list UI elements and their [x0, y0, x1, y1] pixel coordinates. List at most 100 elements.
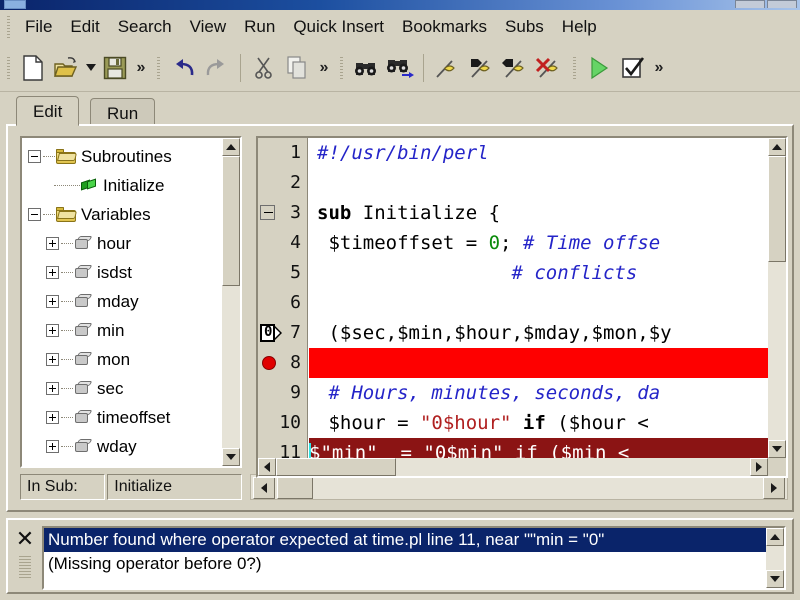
expander-plus-icon[interactable]	[46, 266, 59, 279]
find-next-button[interactable]	[383, 49, 417, 87]
code-line[interactable]: sub Initialize {	[309, 198, 768, 228]
expander-plus-icon[interactable]	[46, 324, 59, 337]
run-button[interactable]	[582, 49, 616, 87]
code-line[interactable]: # Hours, minutes, seconds, da	[309, 378, 768, 408]
hscroll-left-button[interactable]	[253, 477, 275, 499]
hscrollbar-thumb[interactable]	[277, 477, 313, 499]
expander-plus-icon[interactable]	[46, 295, 59, 308]
editor-text-area[interactable]: #!/usr/bin/perl sub Initialize { $timeof…	[309, 138, 768, 458]
undo-button[interactable]	[166, 49, 200, 87]
tree-node-mon[interactable]: mon	[28, 345, 222, 374]
code-line[interactable]	[309, 168, 768, 198]
tree-node-timeoffset[interactable]: timeoffset	[28, 403, 222, 432]
tree-node-hour[interactable]: hour	[28, 229, 222, 258]
tree-node-variables[interactable]: Variables	[28, 200, 222, 229]
tree-node-wday[interactable]: wday	[28, 432, 222, 461]
tree-node-initialize[interactable]: Initialize	[28, 171, 222, 200]
editor-scroll-down-button[interactable]	[768, 440, 786, 458]
system-menu-icon[interactable]	[4, 0, 26, 9]
tree-scrollbar-thumb[interactable]	[222, 156, 240, 286]
bookmark-marker-icon[interactable]: 0	[260, 324, 282, 342]
editor-hscrollbar-thumb[interactable]	[276, 458, 396, 476]
expander-plus-icon[interactable]	[46, 353, 59, 366]
syntax-check-button[interactable]	[616, 49, 650, 87]
toolbar-gripper-search[interactable]	[337, 56, 345, 79]
clear-bookmarks-button[interactable]	[532, 49, 566, 87]
expander-plus-icon[interactable]	[46, 382, 59, 395]
minimize-button[interactable]	[735, 0, 765, 8]
tree-node-mday[interactable]: mday	[28, 287, 222, 316]
menu-bookmarks[interactable]: Bookmarks	[393, 14, 496, 40]
editor-hscroll-left-button[interactable]	[258, 458, 276, 476]
tab-edit[interactable]: Edit	[16, 96, 80, 126]
toggle-bookmark-button[interactable]	[430, 49, 464, 87]
fold-collapse-icon[interactable]	[260, 205, 275, 220]
expander-minus-icon[interactable]	[28, 150, 41, 163]
tab-run[interactable]: Run	[90, 98, 156, 126]
error-list[interactable]: Number found where operator expected at …	[42, 526, 786, 590]
error-scroll-up-button[interactable]	[766, 528, 784, 546]
toolbar-gripper-file[interactable]	[4, 56, 12, 79]
editor-hscrollbar[interactable]	[258, 458, 768, 476]
menu-quick-insert[interactable]: Quick Insert	[284, 14, 393, 40]
toolbar-overflow-run-button[interactable]: »	[650, 49, 668, 87]
prev-bookmark-button[interactable]	[498, 49, 532, 87]
cut-button[interactable]	[247, 49, 281, 87]
tree-vertical-scrollbar[interactable]	[222, 138, 240, 466]
find-button[interactable]	[349, 49, 383, 87]
editor-vertical-scrollbar[interactable]	[768, 138, 786, 458]
code-line-breakpoint[interactable]	[309, 348, 768, 378]
editor-scrollbar-thumb[interactable]	[768, 156, 786, 262]
hscroll-right-button[interactable]	[763, 477, 785, 499]
new-file-button[interactable]	[16, 49, 50, 87]
editor-hscroll-right-button[interactable]	[750, 458, 768, 476]
menu-view[interactable]: View	[181, 14, 236, 40]
toolbar-overflow-clipboard-button[interactable]: »	[315, 49, 333, 87]
maximize-button[interactable]	[767, 0, 797, 8]
toolbar-gripper-undo[interactable]	[154, 56, 162, 79]
tree-node-sec[interactable]: sec	[28, 374, 222, 403]
tree-node-subroutines[interactable]: Subroutines	[28, 142, 222, 171]
redo-button[interactable]	[200, 49, 234, 87]
menu-edit[interactable]: Edit	[61, 14, 108, 40]
menu-file[interactable]: File	[16, 14, 61, 40]
toolbar-gripper-run[interactable]	[570, 56, 578, 79]
error-list-item[interactable]: (Missing operator before 0?)	[44, 552, 784, 576]
expander-plus-icon[interactable]	[46, 411, 59, 424]
code-explorer-tree[interactable]: Subroutines Initialize Variables hour is…	[22, 138, 222, 466]
menu-help[interactable]: Help	[553, 14, 606, 40]
expander-plus-icon[interactable]	[46, 237, 59, 250]
error-list-scrollbar[interactable]	[766, 528, 784, 588]
toolbar-overflow-file-button[interactable]: »	[132, 49, 150, 87]
tree-scroll-down-button[interactable]	[222, 448, 240, 466]
error-list-item[interactable]: Number found where operator expected at …	[44, 528, 784, 552]
code-line-error[interactable]: $"min" = "0$min" if ($min <	[309, 438, 768, 458]
code-line[interactable]: ($sec,$min,$hour,$mday,$mon,$y	[309, 318, 768, 348]
expander-minus-icon[interactable]	[28, 208, 41, 221]
open-file-dropdown-button[interactable]	[84, 49, 98, 87]
tree-node-isdst[interactable]: isdst	[28, 258, 222, 287]
next-bookmark-button[interactable]	[464, 49, 498, 87]
code-line[interactable]: $timeoffset = 0; # Time offse	[309, 228, 768, 258]
close-output-button[interactable]: ✕	[14, 526, 36, 551]
error-scroll-down-button[interactable]	[766, 570, 784, 588]
code-line[interactable]: $hour = "0$hour" if ($hour <	[309, 408, 768, 438]
menu-subs[interactable]: Subs	[496, 14, 553, 40]
copy-button[interactable]	[281, 49, 315, 87]
tree-node-min[interactable]: min	[28, 316, 222, 345]
code-line[interactable]: # conflicts	[309, 258, 768, 288]
tree-node-yday[interactable]: yday	[28, 461, 222, 467]
editor-scroll-up-button[interactable]	[768, 138, 786, 156]
menu-run[interactable]: Run	[235, 14, 284, 40]
menu-bar-gripper[interactable]	[4, 16, 12, 38]
code-line[interactable]	[309, 288, 768, 318]
menu-search[interactable]: Search	[109, 14, 181, 40]
save-button[interactable]	[98, 49, 132, 87]
breakpoint-icon[interactable]	[262, 356, 276, 370]
expander-plus-icon[interactable]	[46, 440, 59, 453]
output-panel-gripper[interactable]	[19, 556, 31, 578]
tree-scroll-up-button[interactable]	[222, 138, 240, 156]
code-editor[interactable]: 1 2 3 4 5 6 0 7 8 9 10 11 #!/usr/bin/per…	[256, 136, 788, 478]
editor-gutter[interactable]: 1 2 3 4 5 6 0 7 8 9 10 11	[258, 138, 308, 463]
code-line[interactable]: #!/usr/bin/perl	[309, 138, 768, 168]
